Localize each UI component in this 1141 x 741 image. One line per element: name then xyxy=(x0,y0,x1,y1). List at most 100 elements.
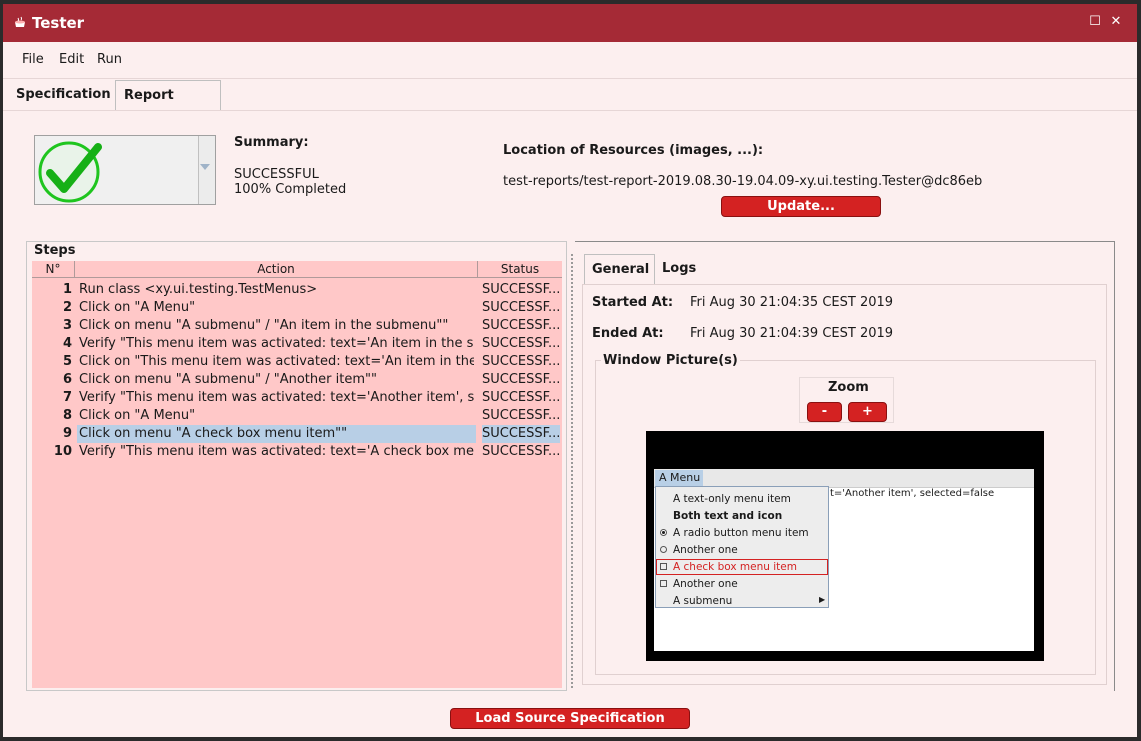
summary-result: SUCCESSFUL xyxy=(234,167,319,182)
ended-at-label: Ended At: xyxy=(592,326,664,341)
chevron-down-icon[interactable] xyxy=(200,164,210,170)
tab-specification[interactable]: Specification xyxy=(8,80,116,110)
tab-logs[interactable]: Logs xyxy=(655,254,707,284)
checkbox-icon xyxy=(660,563,667,570)
step-action: Click on menu "A submenu" / "Another ite… xyxy=(79,372,377,387)
step-number: 7 xyxy=(62,390,72,405)
submenu-arrow-icon: ▶ xyxy=(819,595,826,604)
step-status: SUCCESSF... xyxy=(482,390,560,405)
zoom-label: Zoom xyxy=(828,380,869,395)
column-header-action[interactable]: Action xyxy=(75,261,478,278)
step-number: 2 xyxy=(62,300,72,315)
step-action: Click on menu "A submenu" / "An item in … xyxy=(79,318,449,333)
screenshot-menu-title: A Menu xyxy=(655,470,703,486)
screenshot-background-text: t='Another item', selected=false xyxy=(830,488,995,499)
main-tabs: Specification Report xyxy=(3,78,1137,110)
table-row[interactable]: 1 Run class <xy.ui.testing.TestMenus> SUCC… xyxy=(32,281,562,299)
screenshot-menu-item: Both text and icon xyxy=(673,510,783,522)
table-row[interactable]: 6 Click on menu "A submenu" / "Another it… xyxy=(32,371,562,389)
tab-general[interactable]: General xyxy=(584,254,655,284)
app-icon xyxy=(15,16,25,27)
column-header-number[interactable]: N° xyxy=(32,261,75,278)
zoom-group: Zoom - + xyxy=(799,377,894,423)
table-row[interactable]: 4 Verify "This menu item was activated: t… xyxy=(32,335,562,353)
maximize-icon[interactable]: ☐ xyxy=(1086,13,1104,31)
table-row[interactable]: 7 Verify "This menu item was activated: t… xyxy=(32,389,562,407)
screenshot-menu-item: Another one xyxy=(673,578,738,590)
step-action: Verify "This menu item was activated: te… xyxy=(79,390,474,405)
step-status: SUCCESSF... xyxy=(482,318,560,333)
summary-label: Summary: xyxy=(234,135,309,150)
summary-completion: 100% Completed xyxy=(234,182,347,197)
window-pictures-group: Window Picture(s) Zoom - + A Menu t='Ano… xyxy=(595,353,1096,675)
window-screenshot: A Menu t='Another item', selected=false … xyxy=(646,431,1044,661)
menu-edit[interactable]: Edit xyxy=(59,52,84,67)
steps-title: Steps xyxy=(34,243,76,258)
menu-run[interactable]: Run xyxy=(97,52,122,67)
result-status-combo[interactable] xyxy=(34,135,216,205)
radio-selected-icon xyxy=(660,529,667,536)
screenshot-menu-item: Another one xyxy=(673,544,738,556)
screenshot-menu-item: A text-only menu item xyxy=(673,493,791,505)
step-action: Verify "This menu item was activated: te… xyxy=(79,336,474,351)
resources-path: test-reports/test-report-2019.08.30-19.0… xyxy=(503,174,983,189)
step-number: 8 xyxy=(62,408,72,423)
step-action: Click on "A Menu" xyxy=(79,300,196,315)
update-button[interactable]: Update... xyxy=(721,196,881,217)
zoom-out-button[interactable]: - xyxy=(807,402,842,422)
checkbox-icon xyxy=(660,580,667,587)
step-status: SUCCESSF... xyxy=(482,282,560,297)
window-pictures-label: Window Picture(s) xyxy=(601,353,740,368)
tab-divider xyxy=(3,110,1137,111)
tester-window: Tester ☐ ✕ File Edit Run Specification R… xyxy=(3,4,1137,737)
window-title: Tester xyxy=(32,14,85,32)
column-header-status[interactable]: Status xyxy=(478,261,562,278)
table-row[interactable]: 2 Click on "A Menu" SUCCESSF... xyxy=(32,299,562,317)
screenshot-menu-item: A submenu xyxy=(673,595,733,607)
step-status: SUCCESSF... xyxy=(482,444,560,459)
step-action: Run class <xy.ui.testing.TestMenus> xyxy=(79,282,318,297)
title-bar[interactable]: Tester ☐ ✕ xyxy=(3,4,1137,42)
tab-report[interactable]: Report xyxy=(115,80,221,110)
screenshot-menu-popup: A text-only menu item Both text and icon… xyxy=(655,486,829,608)
step-status: SUCCESSF... xyxy=(482,300,560,315)
step-number: 3 xyxy=(62,318,72,333)
step-status: SUCCESSF... xyxy=(482,425,560,443)
menu-bar: File Edit Run xyxy=(3,42,1137,79)
table-row[interactable]: 3 Click on menu "A submenu" / "An item in… xyxy=(32,317,562,335)
ended-at-value: Fri Aug 30 21:04:39 CEST 2019 xyxy=(690,326,894,341)
step-number: 5 xyxy=(62,354,72,369)
started-at-label: Started At: xyxy=(592,295,674,310)
step-action: Click on "A Menu" xyxy=(79,408,196,423)
menu-file[interactable]: File xyxy=(22,52,44,67)
steps-table[interactable]: N° Action Status 1 Run class <xy.ui.testi… xyxy=(32,261,562,688)
step-status: SUCCESSF... xyxy=(482,336,560,351)
success-check-icon xyxy=(38,141,102,203)
step-number: 10 xyxy=(53,444,72,459)
general-tab-content: Started At: Fri Aug 30 21:04:35 CEST 201… xyxy=(582,284,1107,685)
table-row[interactable]: 10 Verify "This menu item was activated: … xyxy=(32,443,562,461)
steps-panel: Steps N° Action Status 1 Run class <xy.ui… xyxy=(26,241,567,691)
step-number: 1 xyxy=(62,282,72,297)
close-icon[interactable]: ✕ xyxy=(1107,13,1125,31)
step-status: SUCCESSF... xyxy=(482,408,560,423)
step-number: 6 xyxy=(62,372,72,387)
step-action: Verify "This menu item was activated: te… xyxy=(79,444,474,459)
step-details-panel: General Logs Started At: Fri Aug 30 21:0… xyxy=(575,241,1115,691)
step-number: 9 xyxy=(62,426,72,441)
screenshot-window: A Menu t='Another item', selected=false … xyxy=(654,469,1034,651)
table-row[interactable]: 5 Click on "This menu item was activated:… xyxy=(32,353,562,371)
screenshot-menu-item: A radio button menu item xyxy=(673,527,809,539)
step-action: Click on menu "A check box menu item"" xyxy=(77,425,476,443)
step-status: SUCCESSF... xyxy=(482,354,560,369)
step-action: Click on "This menu item was activated: … xyxy=(79,354,474,369)
table-row[interactable]: 8 Click on "A Menu" SUCCESSF... xyxy=(32,407,562,425)
started-at-value: Fri Aug 30 21:04:35 CEST 2019 xyxy=(690,295,894,310)
load-source-specification-button[interactable]: Load Source Specification xyxy=(450,708,690,729)
screenshot-menu-item-highlighted: A check box menu item xyxy=(673,561,797,573)
zoom-in-button[interactable]: + xyxy=(848,402,887,422)
table-row-selected[interactable]: 9 Click on menu "A check box menu item"" S… xyxy=(32,425,562,443)
step-number: 4 xyxy=(62,336,72,351)
status-display xyxy=(35,136,199,204)
radio-unselected-icon xyxy=(660,546,667,553)
